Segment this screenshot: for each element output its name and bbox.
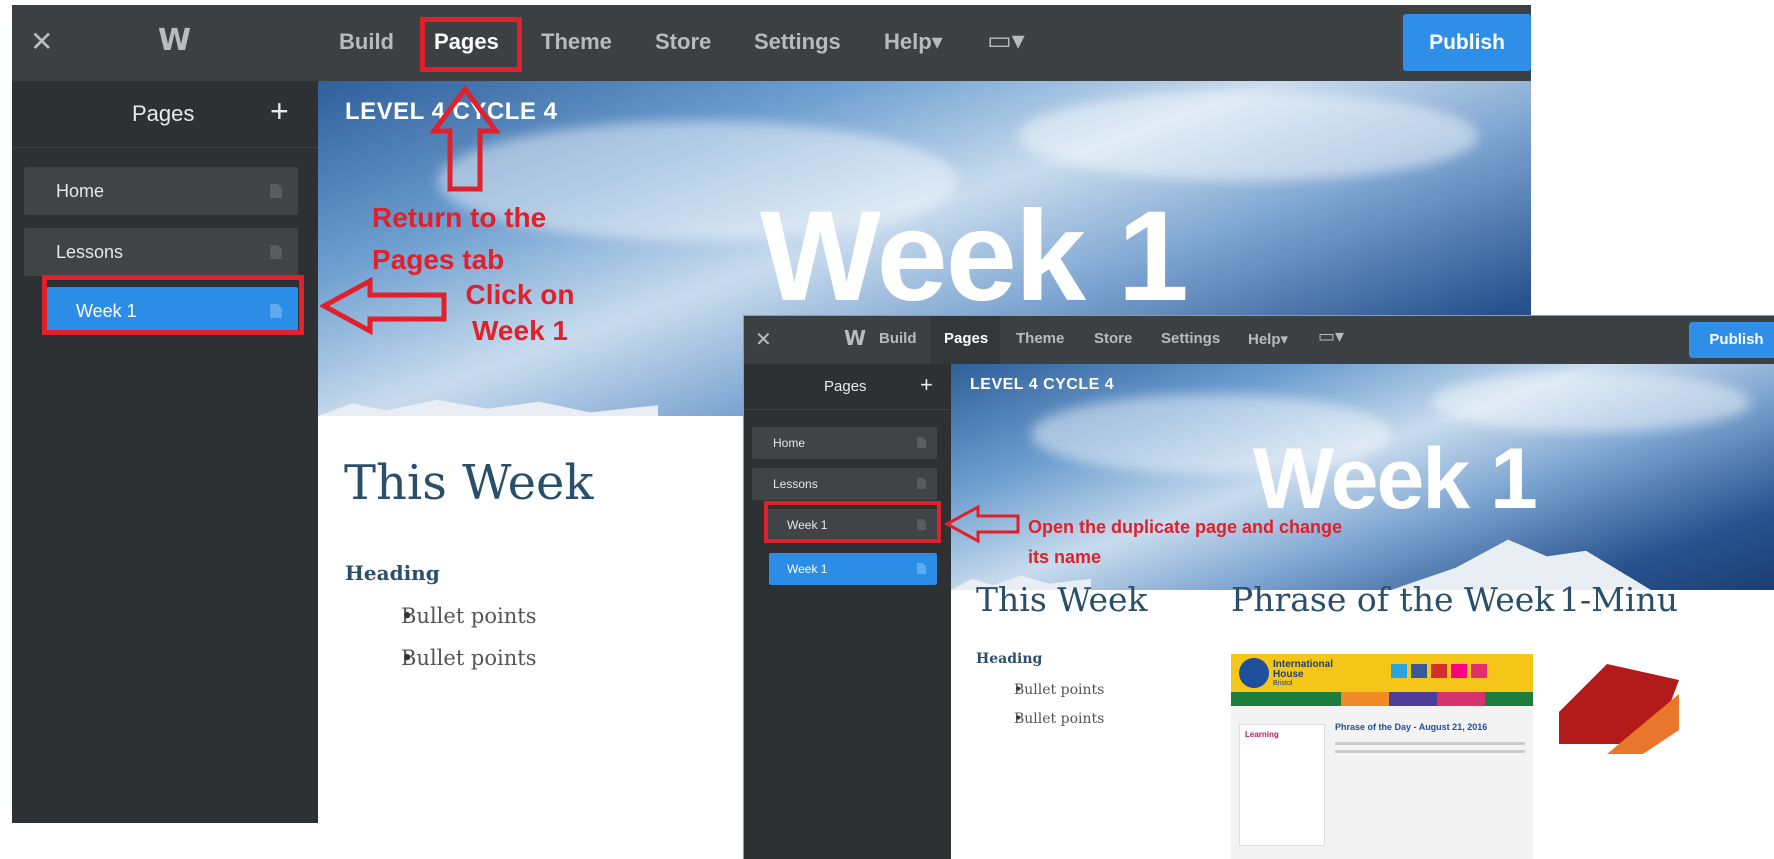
sidebar-item-lessons[interactable]: Lessons — [752, 468, 937, 500]
ih-sidebar — [1239, 724, 1325, 846]
sidebar-item-week-1-duplicate[interactable]: Week 1 — [769, 553, 937, 585]
page-icon — [917, 563, 926, 574]
close-icon[interactable]: ✕ — [755, 327, 772, 352]
content-subheading: Heading — [976, 651, 1043, 667]
up-arrow-annotation — [430, 85, 500, 192]
sidebar-item-home[interactable]: Home — [752, 427, 937, 459]
site-title: LEVEL 4 CYCLE 4 — [970, 376, 1115, 393]
page-label: Week 1 — [787, 562, 828, 576]
bullet-item: Bullet points — [401, 646, 536, 670]
mountain-range — [318, 399, 658, 416]
cloud-shape — [1431, 372, 1751, 432]
left-arrow-annotation — [944, 504, 1020, 544]
bullet-item: Bullet points — [1014, 711, 1104, 727]
page-label: Home — [56, 181, 105, 201]
tab-pages[interactable]: Pages — [944, 330, 988, 347]
page-icon — [917, 478, 926, 489]
phrase-thumbnail[interactable]: International House Bristol Learning Phr… — [1231, 654, 1533, 859]
help-menu[interactable]: Help▾ — [1248, 330, 1288, 348]
publish-button[interactable]: Publish — [1689, 322, 1774, 358]
phrase-heading: Phrase of the Week — [1231, 580, 1555, 619]
highlight-duplicate-week-1 — [764, 501, 941, 543]
close-icon[interactable]: ✕ — [30, 25, 53, 58]
ih-brand: International House — [1273, 659, 1334, 680]
page-label: Lessons — [773, 477, 818, 491]
hero-heading: Week 1 — [760, 185, 1189, 328]
highlight-week-1 — [42, 275, 304, 335]
weebly-editor-screenshot-front: ✕ W Build Pages Theme Store Settings Hel… — [744, 316, 1774, 859]
bullet-item: Bullet points — [401, 604, 536, 628]
ih-nav-segment — [1389, 692, 1437, 706]
sidebar-item-lessons[interactable]: Lessons — [24, 228, 298, 276]
page-icon — [917, 437, 926, 448]
annotation-return-pages: Return to the Pages tab — [372, 202, 547, 275]
editor-toolbar: ✕ W Build Pages Theme Store Settings Hel… — [744, 316, 1774, 364]
tab-theme[interactable]: Theme — [1016, 330, 1064, 347]
editor-toolbar: ✕ W Build Pages Theme Store Settings Hel… — [12, 5, 1531, 81]
facebook-icon — [1411, 664, 1427, 678]
tab-build[interactable]: Build — [879, 330, 917, 347]
annotation-click-week-1: Click on Week 1 — [465, 279, 575, 346]
highlight-pages-tab — [420, 17, 522, 72]
ih-text-line — [1335, 750, 1525, 753]
pages-sidebar: Pages + Home Lessons Week 1 — [12, 81, 318, 823]
publish-button[interactable]: Publish — [1403, 14, 1531, 71]
weebly-logo-icon[interactable]: W — [844, 326, 866, 350]
page-label: Lessons — [56, 242, 124, 262]
page-icon — [270, 184, 282, 198]
tab-store[interactable]: Store — [655, 29, 711, 55]
bullet-item: Bullet points — [1014, 682, 1104, 698]
weebly-logo-icon[interactable]: W — [158, 23, 191, 58]
ih-nav-segment — [1341, 692, 1389, 706]
help-menu[interactable]: Help▾ — [884, 29, 943, 55]
page-label: Home — [773, 436, 806, 450]
ih-logo-icon — [1239, 658, 1269, 688]
add-page-icon[interactable]: + — [920, 372, 933, 398]
tab-theme[interactable]: Theme — [541, 29, 612, 55]
tab-build[interactable]: Build — [339, 29, 394, 55]
left-arrow-annotation — [320, 277, 447, 335]
this-week-heading: This Week — [344, 455, 594, 511]
sidebar-title: Pages — [132, 101, 195, 126]
add-page-icon[interactable]: + — [270, 93, 289, 130]
tab-store[interactable]: Store — [1094, 330, 1132, 347]
sidebar-title: Pages — [824, 378, 867, 395]
youtube-icon — [1431, 664, 1447, 678]
ih-city: Bristol — [1273, 680, 1293, 687]
annotation-open-duplicate: Open the duplicate page and change its n… — [1028, 517, 1343, 567]
tab-settings[interactable]: Settings — [754, 29, 841, 55]
flickr-icon — [1451, 664, 1467, 678]
tab-settings[interactable]: Settings — [1161, 330, 1220, 347]
sidebar-divider — [12, 147, 318, 148]
ih-learning-label: Learning — [1245, 730, 1279, 739]
minute-heading: 1-Minu — [1559, 580, 1678, 619]
instagram-icon — [1471, 664, 1487, 678]
sidebar-item-home[interactable]: Home — [24, 167, 298, 215]
twitter-icon — [1391, 664, 1407, 678]
this-week-heading: This Week — [976, 580, 1148, 619]
ih-phrase-title: Phrase of the Day - August 21, 2016 — [1335, 722, 1488, 732]
minute-thumbnail[interactable] — [1559, 654, 1774, 859]
sidebar-divider — [744, 409, 951, 410]
device-preview-icon[interactable]: ▭▾ — [987, 25, 1025, 56]
device-preview-icon[interactable]: ▭▾ — [1318, 326, 1344, 347]
page-icon — [270, 245, 282, 259]
pages-sidebar: Pages + Home Lessons Week 1 Week 1 — [744, 364, 951, 859]
ih-nav-segment — [1437, 692, 1485, 706]
cloud-shape — [1018, 91, 1478, 181]
ih-text-line — [1335, 742, 1525, 745]
content-subheading: Heading — [345, 561, 440, 585]
